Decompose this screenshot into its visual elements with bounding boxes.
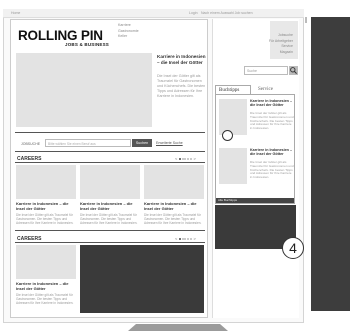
hero-text: Die Insel der Götter gilt als Traumziel … bbox=[157, 74, 206, 98]
hero-image-placeholder[interactable] bbox=[16, 53, 152, 127]
book-title[interactable]: Karriere in Indonesien – die Insel der G… bbox=[250, 148, 294, 157]
tab-service[interactable]: Service bbox=[255, 85, 291, 94]
jobsearch-button[interactable]: Suchen bbox=[132, 139, 152, 147]
right-dark-panel bbox=[311, 17, 350, 311]
career-card-text: Die Insel der Götter gilt als Traumziel … bbox=[80, 213, 138, 226]
book-cover-placeholder[interactable] bbox=[219, 99, 247, 135]
career-card-text: Die Insel der Götter gilt als Traumziel … bbox=[16, 293, 74, 306]
sidebar-nav-link[interactable]: Magazin bbox=[223, 50, 293, 56]
career-card-image[interactable] bbox=[16, 165, 76, 199]
advanced-search-link[interactable]: Erweiterte Suche bbox=[156, 141, 183, 145]
top-bar: Home Login Nach einem Auswahl Job suchen bbox=[3, 9, 304, 18]
buchtipps-panel: Karriere in Indonesien – die Insel der G… bbox=[215, 94, 295, 204]
divider bbox=[15, 162, 205, 163]
book-text: Die Insel der Götter gilt als Traumziel … bbox=[250, 111, 294, 131]
pager-prev-button[interactable]: < bbox=[175, 156, 177, 161]
pager-dot[interactable] bbox=[181, 157, 184, 160]
career-card[interactable]: Karriere in Indonesien – die Insel der G… bbox=[16, 245, 76, 305]
pager-dot[interactable] bbox=[184, 237, 187, 240]
main-column: ROLLING PIN JOBS & BUSINESS Karriere Gas… bbox=[10, 19, 208, 318]
annotation-circle-marker bbox=[222, 130, 233, 141]
sidebar-search-input[interactable]: Suche bbox=[244, 66, 288, 75]
pager-dot[interactable] bbox=[178, 237, 181, 240]
annotation-callout-number: 4 bbox=[282, 237, 304, 259]
scrollbar-thumb[interactable] bbox=[305, 17, 307, 23]
career-card-title[interactable]: Karriere in Indonesien – die Insel der G… bbox=[16, 281, 76, 291]
career-card-image[interactable] bbox=[80, 165, 140, 199]
career-card[interactable]: Karriere in Indonesien – die Insel der G… bbox=[16, 165, 76, 225]
home-link[interactable]: Home bbox=[11, 11, 20, 15]
sidebar-search-button[interactable] bbox=[289, 66, 298, 75]
carousel-pager: < > bbox=[175, 236, 196, 241]
ad-banner-placeholder[interactable] bbox=[80, 245, 204, 313]
bottom-tab-handle[interactable] bbox=[128, 324, 228, 331]
sidebar-tabs: Buchtipps Service bbox=[215, 85, 299, 94]
sidebar-nav: Jobsuche Für Arbeitgeber Service Magazin bbox=[223, 33, 293, 55]
divider bbox=[15, 151, 205, 152]
career-card-text: Die Insel der Götter gilt als Traumziel … bbox=[16, 213, 74, 226]
career-card[interactable]: Karriere in Indonesien – die Insel der G… bbox=[144, 165, 204, 225]
tab-buchtipps[interactable]: Buchtipps bbox=[215, 85, 251, 94]
jobsearch-label: JOBSUCHE bbox=[21, 142, 41, 146]
search-icon bbox=[290, 67, 297, 74]
login-link[interactable]: Login bbox=[189, 11, 198, 15]
career-card-image[interactable] bbox=[16, 245, 76, 279]
top-search-link[interactable]: Nach einem Auswahl Job suchen bbox=[201, 11, 253, 15]
header-links: Karriere Gastronomie Keller bbox=[118, 23, 139, 40]
all-books-link[interactable]: Alle Buchtipps bbox=[216, 198, 294, 203]
pager-dot[interactable] bbox=[189, 237, 192, 240]
pager-dot[interactable] bbox=[187, 237, 190, 240]
pager-dot[interactable] bbox=[189, 157, 192, 160]
pager-dot[interactable] bbox=[178, 157, 181, 160]
carousel-pager: < > bbox=[175, 156, 196, 161]
pager-prev-button[interactable]: < bbox=[175, 236, 177, 241]
career-card-title[interactable]: Karriere in Indonesien – die Insel der G… bbox=[144, 201, 204, 211]
hero-title[interactable]: Karriere in Indonesien – die Insel der G… bbox=[157, 54, 207, 65]
pager-dot[interactable] bbox=[187, 157, 190, 160]
divider bbox=[15, 132, 205, 133]
career-card[interactable]: Karriere in Indonesien – die Insel der G… bbox=[80, 165, 140, 225]
divider bbox=[15, 242, 205, 243]
site-logo[interactable]: ROLLING PIN bbox=[18, 28, 103, 43]
pager-dot[interactable] bbox=[181, 237, 184, 240]
career-card-title[interactable]: Karriere in Indonesien – die Insel der G… bbox=[16, 201, 76, 211]
book-title[interactable]: Karriere in Indonesien – die Insel der G… bbox=[250, 99, 294, 108]
header-link[interactable]: Keller bbox=[118, 34, 139, 40]
book-cover-placeholder[interactable] bbox=[219, 148, 247, 184]
career-card-text: Die Insel der Götter gilt als Traumziel … bbox=[144, 213, 202, 226]
pager-next-button[interactable]: > bbox=[194, 156, 196, 161]
book-text: Die Insel der Götter gilt als Traumziel … bbox=[250, 160, 294, 180]
pager-next-button[interactable]: > bbox=[194, 236, 196, 241]
jobsearch-input[interactable]: Bitte wählen Sie einen Beruf aus bbox=[45, 139, 131, 147]
sidebar: Jobsuche Für Arbeitgeber Service Magazin… bbox=[212, 19, 299, 318]
career-card-image[interactable] bbox=[144, 165, 204, 199]
site-logo-subtitle: JOBS & BUSINESS bbox=[65, 42, 110, 47]
pager-dot[interactable] bbox=[184, 157, 187, 160]
divider bbox=[15, 230, 205, 231]
career-card-title[interactable]: Karriere in Indonesien – die Insel der G… bbox=[80, 201, 140, 211]
